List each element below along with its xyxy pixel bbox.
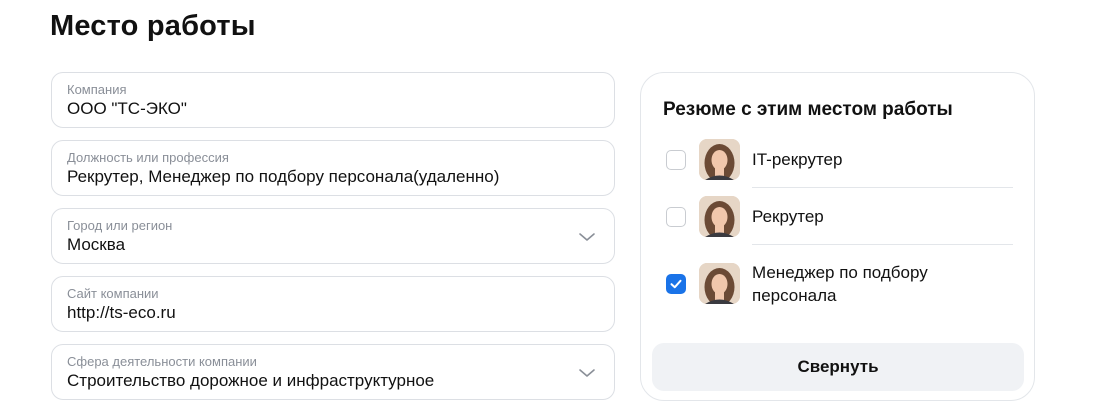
position-label: Должность или профессия — [67, 150, 229, 165]
resume-checkbox[interactable] — [666, 207, 686, 227]
resume-checkbox-checked[interactable] — [666, 274, 686, 294]
check-icon — [670, 279, 682, 289]
collapse-button[interactable]: Свернуть — [652, 343, 1024, 391]
chevron-down-icon[interactable] — [578, 364, 596, 382]
resume-item-label: Менеджер по подбору персонала — [752, 261, 928, 307]
resume-checkbox[interactable] — [666, 150, 686, 170]
resume-item-label: IT-рекрутер — [752, 150, 843, 169]
resume-item-label-line1: Менеджер по подбору — [752, 263, 928, 282]
divider — [752, 187, 1013, 188]
company-field[interactable]: Компания ООО "ТС-ЭКО" — [51, 72, 615, 128]
industry-value[interactable]: Строительство дорожное и инфраструктурно… — [67, 371, 434, 391]
resume-panel-title: Резюме с этим местом работы — [663, 99, 953, 120]
position-value[interactable]: Рекрутер, Менеджер по подбору персонала(… — [67, 167, 499, 187]
company-label: Компания — [67, 82, 127, 97]
city-value[interactable]: Москва — [67, 235, 125, 255]
avatar — [699, 263, 740, 304]
city-select[interactable]: Город или регион Москва — [51, 208, 615, 264]
position-field[interactable]: Должность или профессия Рекрутер, Менедж… — [51, 140, 615, 196]
divider — [752, 244, 1013, 245]
work-place-page: Место работы Компания ООО "ТС-ЭКО" Должн… — [0, 0, 1095, 415]
industry-select[interactable]: Сфера деятельности компании Строительств… — [51, 344, 615, 400]
industry-label: Сфера деятельности компании — [67, 354, 257, 369]
avatar — [699, 196, 740, 237]
avatar — [699, 139, 740, 180]
company-value[interactable]: ООО "ТС-ЭКО" — [67, 99, 187, 119]
resume-item-label: Рекрутер — [752, 207, 824, 226]
page-title: Место работы — [50, 10, 256, 42]
chevron-down-icon[interactable] — [578, 228, 596, 246]
resume-panel: Резюме с этим местом работы IT-рекрутер — [640, 72, 1035, 401]
website-label: Сайт компании — [67, 286, 159, 301]
website-value[interactable]: http://ts-eco.ru — [67, 303, 176, 323]
resume-item-label-line2: персонала — [752, 286, 837, 305]
website-field[interactable]: Сайт компании http://ts-eco.ru — [51, 276, 615, 332]
city-label: Город или регион — [67, 218, 173, 233]
